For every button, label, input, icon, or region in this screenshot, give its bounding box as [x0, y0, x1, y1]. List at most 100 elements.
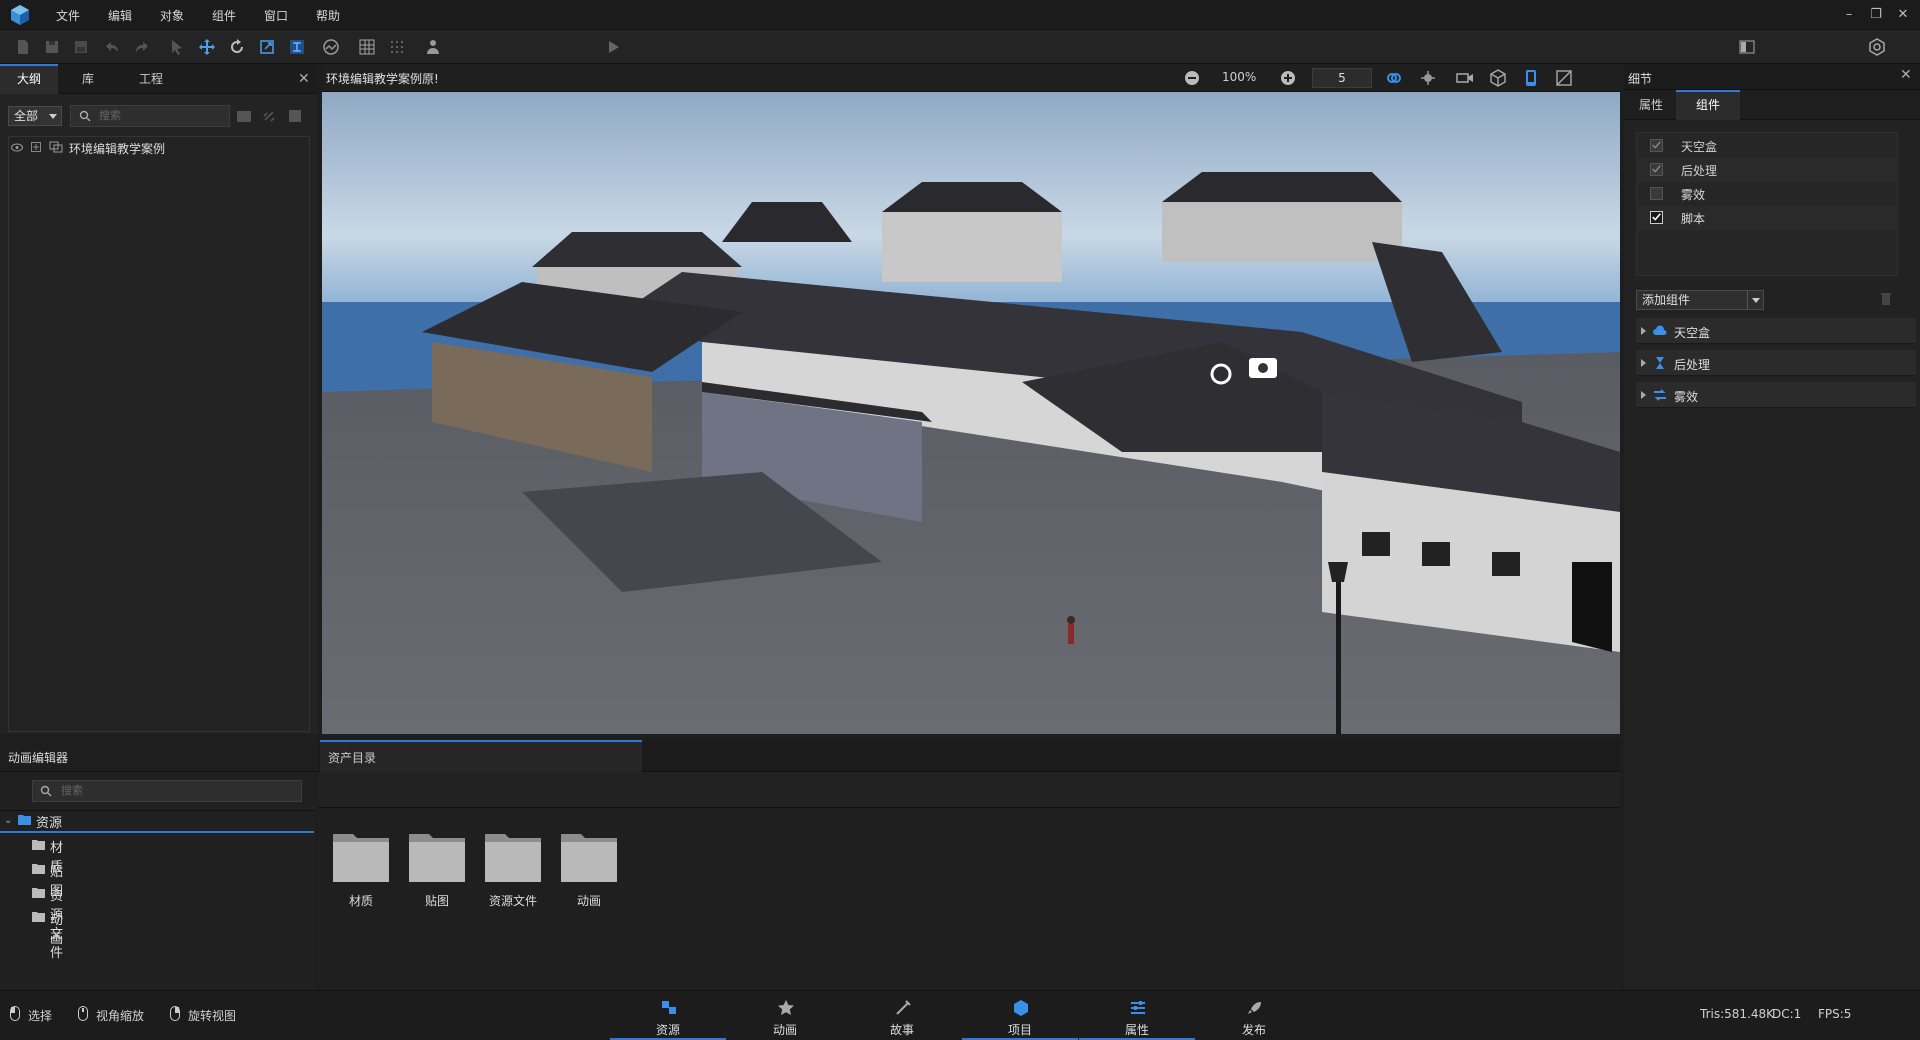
character-icon[interactable]	[424, 38, 442, 56]
component-checkbox[interactable]	[1650, 163, 1663, 176]
asset-folder[interactable]: 资源文件	[480, 828, 546, 908]
restore-icon[interactable]: ❐	[1867, 6, 1885, 24]
nav-project[interactable]: 项目	[962, 991, 1078, 1040]
folder-icon	[409, 834, 465, 882]
section-skybox[interactable]: 天空盒	[1636, 318, 1916, 344]
menu-object[interactable]: 对象	[160, 7, 184, 24]
terrain-icon[interactable]	[322, 38, 340, 56]
menu-bar: 文件 编辑 对象 组件 窗口 帮助 – ❐ ✕	[0, 0, 1920, 30]
asset-folder-label: 材质	[348, 894, 373, 908]
minimize-icon[interactable]: –	[1840, 6, 1858, 24]
scene-icon	[49, 141, 63, 153]
scale-tool-icon[interactable]	[258, 38, 276, 56]
tab-outline[interactable]: 大纲	[0, 64, 58, 94]
list-view-icon[interactable]	[288, 109, 302, 123]
rocket-icon	[1248, 1002, 1261, 1014]
asset-tree-root-label: 资源	[36, 816, 63, 831]
tab-project[interactable]: 工程	[118, 64, 184, 94]
viewport-header: 环境编辑教学案例原! 100% 5	[322, 64, 1620, 92]
component-checkbox[interactable]	[1650, 211, 1663, 224]
menu-help[interactable]: 帮助	[316, 7, 340, 24]
nav-label: 属性	[1124, 1023, 1149, 1037]
fullscreen-toggle-icon[interactable]	[1556, 70, 1572, 86]
cloud-icon	[1653, 325, 1667, 335]
outline-root-label[interactable]: 环境编辑教学案例	[69, 140, 165, 157]
close-icon[interactable]: ✕	[298, 71, 310, 87]
trash-icon[interactable]	[1880, 292, 1892, 306]
nav-story[interactable]: 故事	[844, 991, 960, 1040]
light-settings-icon[interactable]	[1420, 70, 1436, 86]
link-icon[interactable]	[262, 109, 276, 123]
tab-components[interactable]: 组件	[1676, 90, 1740, 120]
hint-rotate-label: 旋转视图	[188, 1009, 237, 1023]
component-checkbox[interactable]	[1650, 187, 1663, 200]
add-folder-icon[interactable]	[236, 109, 252, 123]
add-component-value: 添加组件	[1642, 293, 1691, 307]
asset-browser-pathbar	[318, 772, 1620, 808]
play-icon[interactable]	[604, 38, 622, 56]
layout-icon[interactable]	[1738, 38, 1756, 56]
section-fog[interactable]: 雾效	[1636, 382, 1916, 408]
undo-icon[interactable]	[103, 38, 121, 56]
zoom-level: 100%	[1222, 70, 1257, 84]
dot-grid-icon[interactable]	[388, 38, 406, 56]
nav-properties[interactable]: 属性	[1079, 991, 1195, 1040]
expand-plus-icon[interactable]	[31, 142, 41, 152]
component-row-fog[interactable]: 雾效	[1636, 182, 1896, 206]
snap-tool-icon[interactable]	[288, 38, 306, 56]
select-tool-icon[interactable]	[168, 38, 186, 56]
chevron-down-icon[interactable]: ⌄	[4, 815, 12, 826]
menu-edit[interactable]: 编辑	[108, 7, 132, 24]
nav-label: 动画	[772, 1023, 797, 1037]
close-icon[interactable]: ✕	[1900, 67, 1912, 83]
tab-properties[interactable]: 属性	[1628, 90, 1674, 120]
component-checkbox[interactable]	[1650, 139, 1663, 152]
tab-library[interactable]: 库	[58, 64, 118, 94]
outline-filter-select[interactable]: 全部	[8, 106, 62, 126]
asset-folder[interactable]: 动画	[556, 828, 622, 908]
nav-publish[interactable]: 发布	[1196, 991, 1312, 1040]
scene-viewport[interactable]	[322, 92, 1620, 734]
move-tool-icon[interactable]	[198, 38, 216, 56]
new-file-icon[interactable]	[14, 38, 32, 56]
menu-file[interactable]: 文件	[56, 7, 80, 24]
outline-search-input[interactable]: 搜索	[70, 105, 230, 127]
zoom-in-icon[interactable]	[1280, 70, 1296, 86]
scene-render	[322, 92, 1620, 734]
asset-folder[interactable]: 材质	[328, 828, 394, 908]
save-all-icon[interactable]	[72, 38, 90, 56]
folder-icon	[485, 834, 541, 882]
asset-folder[interactable]: 贴图	[404, 828, 470, 908]
folder-open-icon	[18, 815, 31, 825]
sync-view-icon[interactable]	[1386, 70, 1402, 86]
camera-icon[interactable]	[1456, 70, 1474, 86]
search-icon	[79, 110, 91, 122]
visibility-eye-icon[interactable]	[11, 143, 23, 152]
section-postprocess[interactable]: 后处理	[1636, 350, 1916, 376]
mobile-preview-icon[interactable]	[1524, 69, 1538, 87]
nav-resources[interactable]: 资源	[610, 991, 726, 1040]
grid-icon[interactable]	[358, 38, 376, 56]
component-row-script[interactable]: 脚本	[1636, 206, 1896, 230]
camera-speed-input[interactable]: 5	[1312, 68, 1372, 88]
zoom-out-icon[interactable]	[1184, 70, 1200, 86]
component-row-postprocess[interactable]: 后处理	[1636, 158, 1896, 182]
tris-count: Tris:581.48K	[1700, 1007, 1774, 1021]
asset-tree-search-input[interactable]: 搜索	[32, 780, 302, 802]
redo-icon[interactable]	[133, 38, 151, 56]
cube-view-icon[interactable]	[1490, 69, 1506, 87]
folder-icon	[561, 834, 617, 882]
close-window-icon[interactable]: ✕	[1894, 6, 1912, 24]
draw-call-count: DC:1	[1772, 1007, 1802, 1021]
app-logo-icon	[11, 5, 29, 25]
rotate-tool-icon[interactable]	[228, 38, 246, 56]
menu-window[interactable]: 窗口	[264, 7, 288, 24]
tab-asset-directory[interactable]: 资产目录	[320, 740, 642, 772]
save-icon[interactable]	[43, 38, 61, 56]
add-component-select[interactable]: 添加组件	[1636, 290, 1764, 310]
settings-hex-icon[interactable]	[1868, 38, 1886, 56]
asset-tree-root[interactable]: ⌄ 资源	[0, 811, 314, 833]
nav-animation[interactable]: 动画	[727, 991, 843, 1040]
menu-component[interactable]: 组件	[212, 7, 236, 24]
component-row-skybox[interactable]: 天空盒	[1636, 134, 1896, 158]
